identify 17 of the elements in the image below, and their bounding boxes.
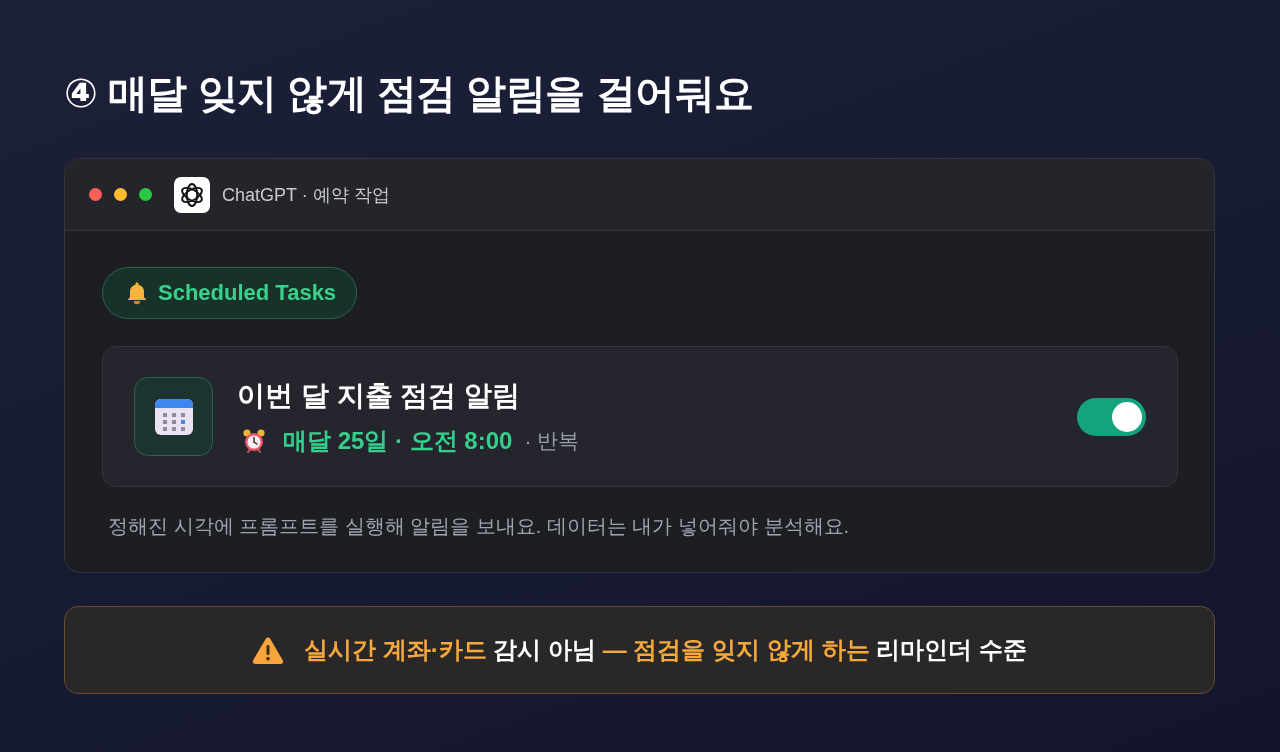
alarm-clock-icon: [242, 427, 266, 454]
description-text: 정해진 시각에 프롬프트를 실행해 알림을 보내요. 데이터는 내가 넣어줘야 분석해요.: [108, 514, 851, 539]
app-logo-icon: [174, 176, 210, 213]
minimize-dot-icon[interactable]: [114, 188, 127, 201]
window-title: ChatGPT · 예약 작업: [222, 183, 390, 207]
recurrence-label: · 반복: [524, 427, 580, 454]
task-title: 이번 달 지출 점검 알림: [237, 378, 521, 413]
notice-message: 실시간 계좌·카드 감시 아님 — 점검을 잊지 않게 하는 리마인더 수준: [304, 635, 1027, 665]
badge-label: Scheduled Tasks: [158, 279, 337, 307]
calendar-icon: [134, 377, 213, 456]
bell-icon: [126, 281, 148, 305]
zoom-dot-icon[interactable]: [139, 188, 152, 201]
warning-icon: [252, 636, 285, 664]
toggle-switch[interactable]: [1077, 397, 1146, 436]
page-title: ④ 매달 잊지 않게 점검 알림을 걸어둬요: [64, 70, 754, 117]
close-dot-icon[interactable]: [89, 188, 102, 201]
schedule-time: 매달 25일 · 오전 8:00: [283, 425, 513, 456]
